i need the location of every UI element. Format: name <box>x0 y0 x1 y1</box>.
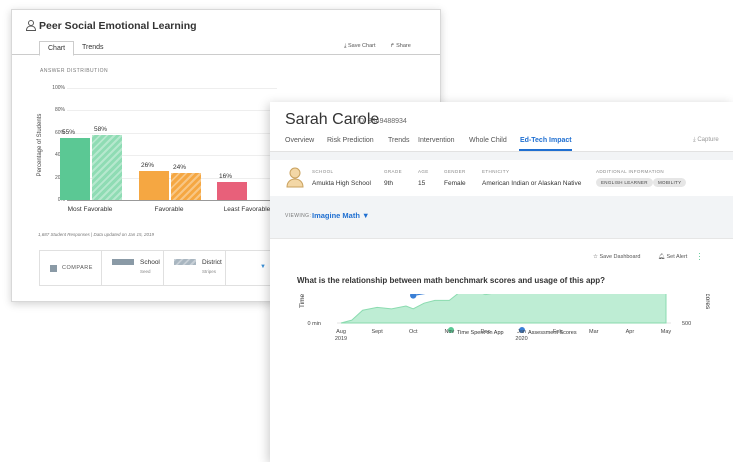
y-tick-label: 100% <box>52 85 65 91</box>
y-left-tick: 0 min <box>308 321 321 327</box>
badge-english-learner: ENGLISH LEARNER <box>596 178 653 187</box>
set-alert-label: Set Alert <box>666 254 688 260</box>
tab-divider <box>12 54 440 55</box>
window-title: Peer Social Emotional Learning <box>39 20 197 32</box>
tab-chart[interactable]: Chart <box>39 41 75 56</box>
gender-header: GENDER <box>444 169 466 174</box>
capture-button[interactable]: ⤓ Capture <box>693 137 719 144</box>
student-profile-window: Sarah Carole ID: 3349488934 Overview Ris… <box>270 102 733 462</box>
tab-ed-tech-impact[interactable]: Ed-Tech Impact <box>520 137 572 144</box>
ethnicity-header: ETHNICITY <box>482 169 510 174</box>
age-value: 15 <box>418 180 426 187</box>
x-tick-label: Sept <box>371 329 383 335</box>
bar-value-label: 16% <box>219 173 233 181</box>
legend-school-sub: Seed <box>140 269 151 274</box>
gridline <box>67 88 277 89</box>
ethnicity-value: American Indian or Alaskan Native <box>482 180 582 187</box>
x-tick-label: Nov <box>444 329 454 335</box>
x-tick-year: 2020 <box>515 336 527 342</box>
school-swatch <box>112 259 134 265</box>
save-chart-label: Save Chart <box>347 43 376 49</box>
share-button[interactable]: ↱ Share <box>390 43 411 49</box>
time-spent-area <box>340 294 667 324</box>
filter-icon: ▼ <box>260 264 266 270</box>
x-category-label: Favorable <box>154 206 184 213</box>
grade-value: 9th <box>384 180 394 187</box>
spacer <box>270 152 733 160</box>
bar <box>139 170 169 200</box>
bar-value-label: 58% <box>94 126 108 134</box>
viewing-value: Imagine Math <box>312 211 360 220</box>
people-icon <box>25 20 37 31</box>
viewing-label: VIEWING: <box>285 213 312 219</box>
save-chart-button[interactable]: ⤓ Save Chart <box>344 43 375 50</box>
tab-intervention[interactable]: Intervention <box>418 137 455 144</box>
x-tick-label: Feb <box>553 329 562 335</box>
capture-label: Capture <box>697 137 719 143</box>
share-label: Share <box>396 43 411 49</box>
district-swatch <box>174 259 196 265</box>
tab-whole-child[interactable]: Whole Child <box>469 137 507 144</box>
bar <box>217 182 247 200</box>
bar <box>171 173 201 200</box>
gender-value: Female <box>444 180 466 187</box>
set-alert-button[interactable]: 🔔︎ Set Alert <box>658 254 687 260</box>
section-label: ANSWER DISTRIBUTION <box>40 68 109 74</box>
x-tick-label: Aug <box>336 329 346 335</box>
school-value: Amukta High School <box>312 180 371 187</box>
school-header: SCHOOL <box>312 169 334 174</box>
bar-value-label: 55% <box>62 129 76 137</box>
tab-trends[interactable]: Trends <box>388 137 410 144</box>
x-category-label: Most Favorable <box>67 206 113 213</box>
tab-risk-prediction[interactable]: Risk Prediction <box>327 137 374 144</box>
student-avatar <box>286 167 304 188</box>
compare-icon <box>50 265 57 272</box>
legend-district-label: District <box>202 259 222 266</box>
gridline <box>67 110 277 112</box>
x-tick-label: Mar <box>589 329 599 335</box>
legend-school: School Seed <box>101 250 164 286</box>
y-right-tick: 500 <box>682 321 691 327</box>
assessment-point <box>410 294 417 299</box>
grade-header: GRADE <box>384 169 403 174</box>
x-tick-label: Jan <box>517 329 526 335</box>
x-tick-label: Oct <box>409 329 418 335</box>
chart-question: What is the relationship between math be… <box>297 276 606 285</box>
footnote: 1,687 Student Responses | Data updated o… <box>38 232 155 237</box>
usage-scores-chart: Time Spent on AppAssessment Scores0 min3… <box>299 294 711 342</box>
y-left-axis-label: Time Spent on App <box>299 294 306 308</box>
legend-school-label: School <box>140 259 160 266</box>
card-top <box>270 238 733 239</box>
x-tick-label: Dec <box>481 329 491 335</box>
x-tick-year: 2019 <box>335 336 347 342</box>
legend-district: District Stripes <box>163 250 226 286</box>
bar <box>60 138 90 200</box>
gridline <box>67 200 277 201</box>
distribution-chart: Percentage of Students 0%20%40%60%80%100… <box>27 80 277 220</box>
badge-mobility: MOBILITY <box>653 178 687 187</box>
tab-trends[interactable]: Trends <box>74 41 112 54</box>
compare-button[interactable]: COMPARE <box>39 250 102 286</box>
compare-label: COMPARE <box>62 265 93 271</box>
viewing-select[interactable]: Imagine Math ▼ <box>312 211 369 220</box>
more-icon[interactable]: · · · <box>698 249 702 264</box>
y-right-axis-label: Assessment Scores <box>704 294 711 310</box>
bar <box>92 135 122 200</box>
x-tick-label: May <box>661 329 672 335</box>
age-header: AGE <box>418 169 429 174</box>
legend-district-sub: Stripes <box>202 269 217 274</box>
bar-value-label: 26% <box>141 161 155 169</box>
y-tick-label: 80% <box>54 107 65 114</box>
bar-value-label: 24% <box>173 164 187 172</box>
tab-overview[interactable]: Overview <box>285 137 314 144</box>
chevron-down-icon: ▼ <box>362 211 370 220</box>
save-dashboard-button[interactable]: ☆ Save Dashboard <box>593 254 640 260</box>
x-tick-label: Apr <box>626 329 635 335</box>
save-dashboard-label: Save Dashboard <box>599 254 641 260</box>
additional-info-header: ADDITIONAL INFORMATION <box>596 169 665 174</box>
student-id: ID: 3349488934 <box>357 118 407 125</box>
